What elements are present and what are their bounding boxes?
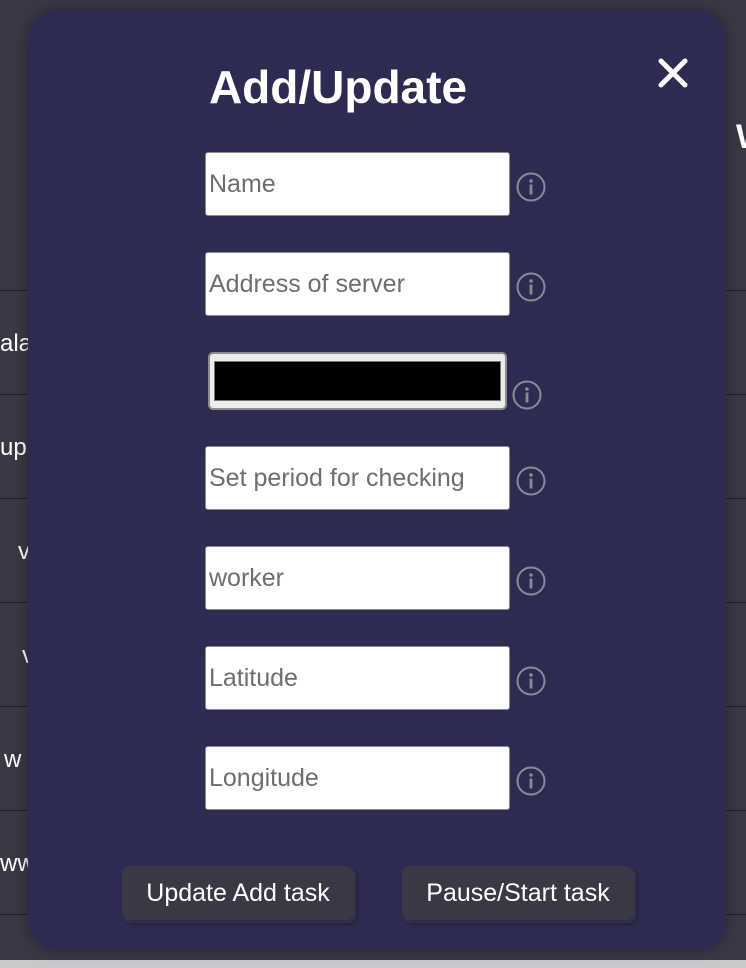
add-update-modal: Add/Update Name Address of server Set pe… [28, 10, 726, 950]
info-icon[interactable] [516, 766, 546, 796]
update-add-task-button[interactable]: Update Add task [122, 866, 354, 920]
check-period-input[interactable] [205, 446, 510, 510]
info-icon[interactable] [516, 172, 546, 202]
info-icon[interactable] [512, 380, 542, 410]
pause-start-task-button[interactable]: Pause/Start task [402, 866, 634, 920]
background-heading-fragment: W [736, 118, 746, 157]
info-icon[interactable] [516, 666, 546, 696]
worker-input[interactable] [205, 546, 510, 610]
background-row-text: up [0, 434, 27, 461]
info-icon[interactable] [516, 272, 546, 302]
info-icon[interactable] [516, 466, 546, 496]
longitude-input[interactable] [205, 746, 510, 810]
color-swatch [214, 361, 501, 401]
latitude-input[interactable] [205, 646, 510, 710]
close-icon[interactable] [655, 55, 691, 91]
name-input[interactable] [205, 152, 510, 216]
server-address-input[interactable] [205, 252, 510, 316]
modal-title: Add/Update [208, 61, 468, 113]
info-icon[interactable] [516, 566, 546, 596]
bottom-scrollbar [0, 960, 746, 968]
background-row-text: w [4, 746, 22, 773]
color-picker[interactable] [208, 352, 507, 410]
